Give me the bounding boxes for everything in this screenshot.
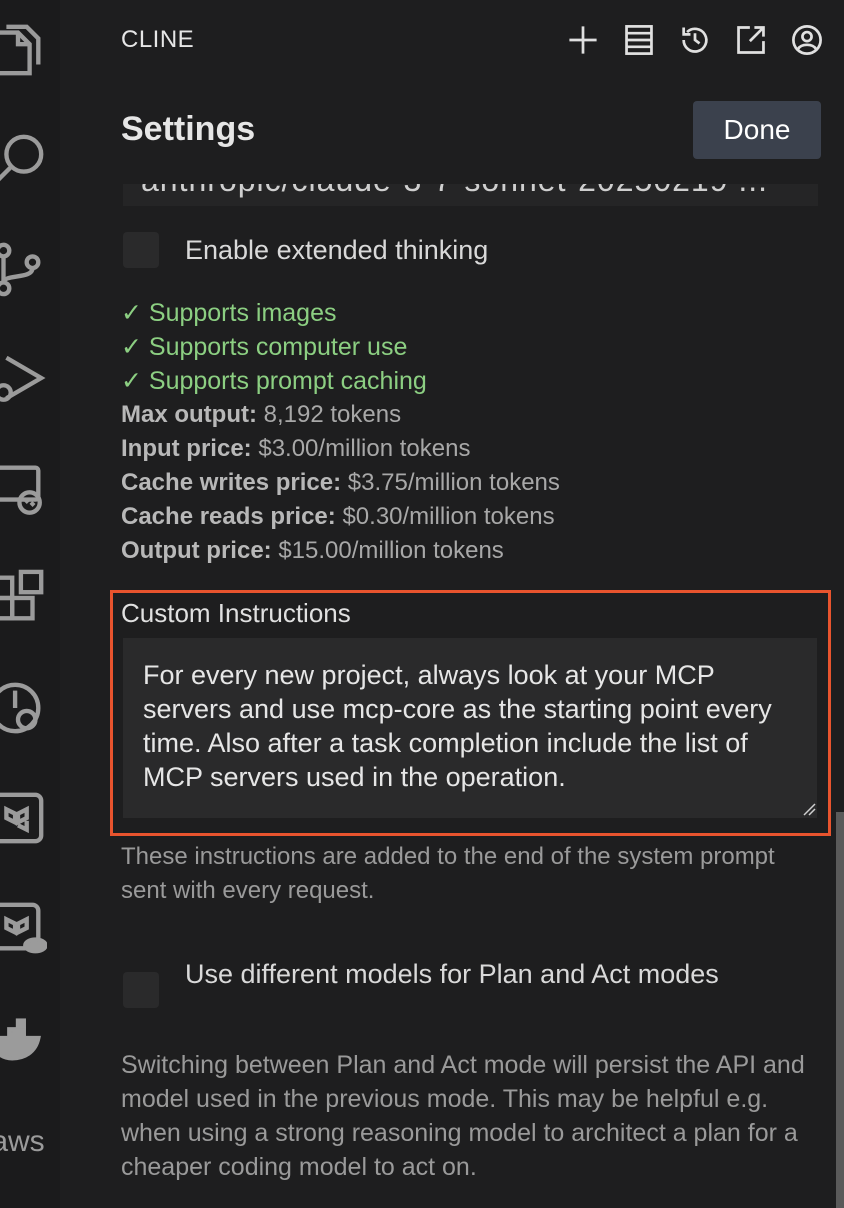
aws-icon[interactable]: aws xyxy=(0,1110,50,1174)
info-value: 8,192 tokens xyxy=(256,401,402,428)
done-button[interactable]: Done xyxy=(693,101,821,159)
run-debug-icon[interactable] xyxy=(0,346,50,410)
input-price-info: Input price: $3.00/million tokens xyxy=(121,432,470,466)
history-icon[interactable] xyxy=(675,20,715,60)
info-label: Cache writes price: xyxy=(121,469,342,496)
extensions-icon[interactable] xyxy=(0,566,50,630)
source-control-icon[interactable] xyxy=(0,236,50,300)
info-value: $15.00/million tokens xyxy=(271,537,504,564)
custom-instructions-helper: These instructions are added to the end … xyxy=(121,843,775,904)
plan-act-description: Switching between Plan and Act mode will… xyxy=(121,1051,805,1181)
explorer-icon[interactable] xyxy=(0,18,50,82)
info-label: Cache reads price: xyxy=(121,503,336,530)
resize-grip-icon[interactable] xyxy=(802,802,816,816)
supports-images: ✓ Supports images xyxy=(121,299,337,327)
activity-bar: aws xyxy=(0,0,60,1208)
extended-thinking-checkbox[interactable] xyxy=(123,232,159,268)
account-icon[interactable] xyxy=(787,20,827,60)
cache-writes-info: Cache writes price: $3.75/million tokens xyxy=(121,466,560,500)
supports-computer-use: ✓ Supports computer use xyxy=(121,333,408,361)
model-select-value: anthropic/claude-3-7-sonnet-20250219 ... xyxy=(141,184,768,199)
output-price-info: Output price: $15.00/million tokens xyxy=(121,534,504,568)
plus-icon[interactable] xyxy=(563,20,603,60)
extended-thinking-label: Enable extended thinking xyxy=(185,235,489,265)
panel-title: CLINE xyxy=(121,26,195,53)
aws-label: aws xyxy=(0,1125,45,1158)
max-output-info: Max output: 8,192 tokens xyxy=(121,398,401,432)
plan-act-label: Use different models for Plan and Act mo… xyxy=(185,959,719,989)
plan-act-checkbox[interactable] xyxy=(123,972,159,1008)
remote-explorer-icon[interactable] xyxy=(0,456,50,520)
panel-header: CLINE xyxy=(121,20,831,60)
model-select[interactable]: anthropic/claude-3-7-sonnet-20250219 ... xyxy=(123,184,818,206)
scrollbar[interactable] xyxy=(836,812,844,1208)
info-label: Input price: xyxy=(121,435,252,462)
info-label: Output price: xyxy=(121,537,272,564)
settings-title: Settings xyxy=(121,110,256,148)
custom-instructions-textarea[interactable]: For every new project, always look at yo… xyxy=(123,638,817,818)
custom-instructions-label: Custom Instructions xyxy=(121,598,351,628)
terraform-icon[interactable] xyxy=(0,786,50,850)
cline-settings-panel: CLINE Settings Done anthropic/claude-3-7… xyxy=(60,0,844,1208)
header-toolbar xyxy=(563,20,844,60)
info-value: $3.00/million tokens xyxy=(251,435,471,462)
popout-icon[interactable] xyxy=(731,20,771,60)
docker-icon[interactable] xyxy=(0,1006,50,1070)
info-label: Max output: xyxy=(121,401,257,428)
terraform-cloud-icon[interactable] xyxy=(0,896,50,960)
supports-prompt-caching: ✓ Supports prompt caching xyxy=(121,367,427,395)
search-icon[interactable] xyxy=(0,128,50,192)
timeline-icon[interactable] xyxy=(0,676,50,740)
mcp-servers-icon[interactable] xyxy=(619,20,659,60)
info-value: $0.30/million tokens xyxy=(335,503,555,530)
cache-reads-info: Cache reads price: $0.30/million tokens xyxy=(121,500,555,534)
info-value: $3.75/million tokens xyxy=(341,469,560,496)
